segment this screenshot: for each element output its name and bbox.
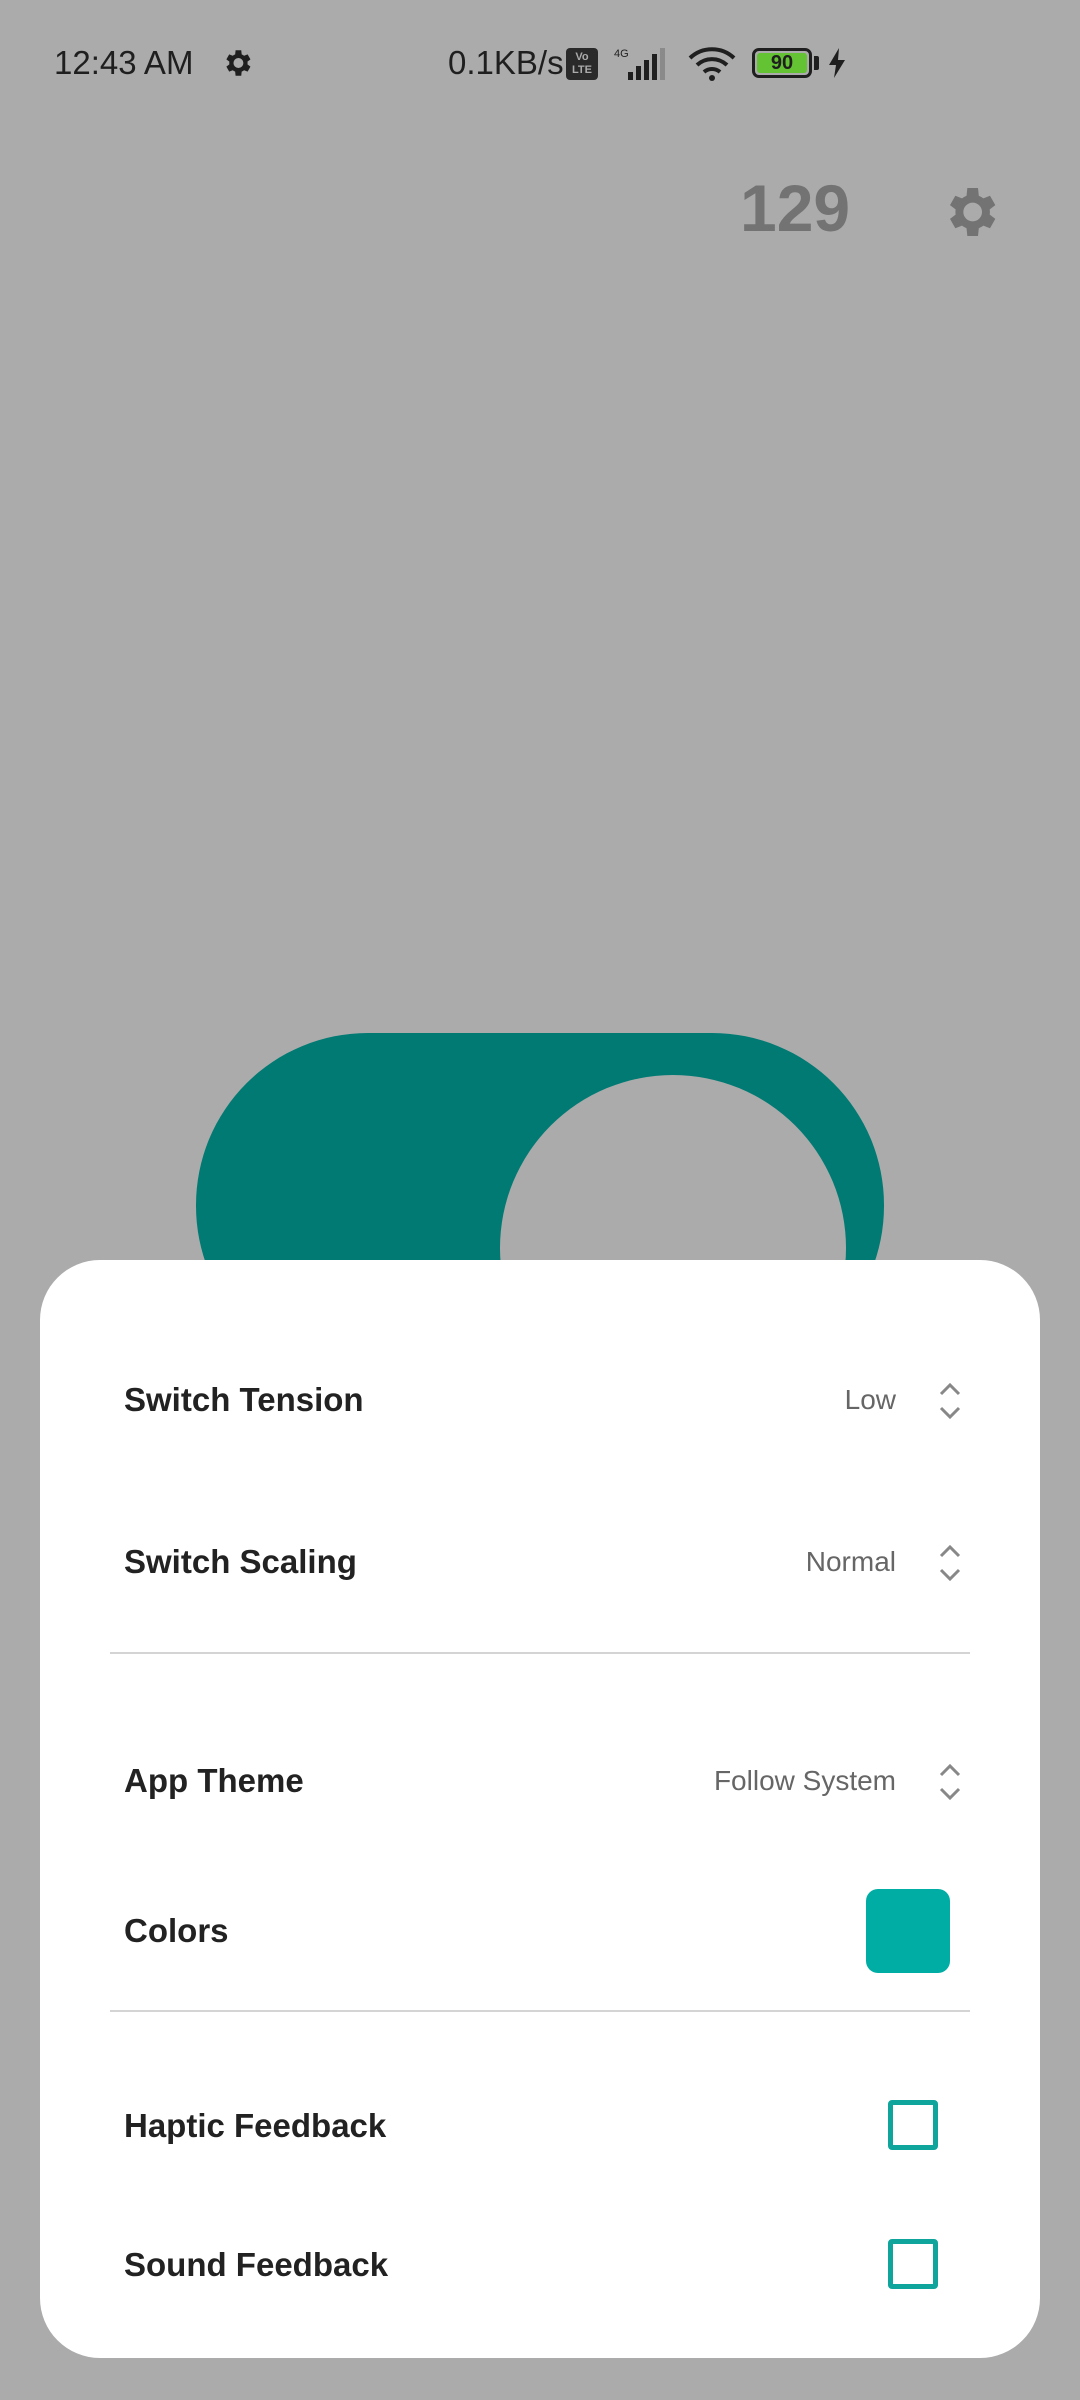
sound-feedback-row[interactable]: Sound Feedback — [124, 2225, 970, 2305]
wifi-icon — [688, 47, 736, 81]
chevron-up-down-icon[interactable] — [930, 1755, 970, 1809]
battery-tip — [814, 56, 819, 70]
sound-feedback-label: Sound Feedback — [124, 2246, 389, 2283]
charging-icon — [829, 48, 845, 78]
chevron-up-down-icon[interactable] — [930, 1536, 970, 1590]
switch-tension-row[interactable]: Switch Tension Low — [124, 1360, 970, 1440]
settings-notification-icon — [226, 50, 251, 76]
haptic-feedback-checkbox[interactable] — [888, 2100, 938, 2150]
switch-tension-value: Low — [844, 1384, 896, 1415]
colors-label: Colors — [124, 1912, 229, 1949]
cellular-signal-icon: 4G — [614, 48, 665, 80]
battery-icon: 90 — [752, 48, 812, 78]
switch-scaling-row[interactable]: Switch Scaling Normal — [124, 1522, 970, 1602]
app-theme-value: Follow System — [713, 1765, 896, 1796]
network-type-label: 4G — [614, 48, 629, 60]
app-theme-label: App Theme — [124, 1762, 304, 1799]
switch-scaling-value: Normal — [805, 1546, 896, 1577]
status-time: 12:43 AM — [54, 44, 194, 81]
switch-scaling-label: Switch Scaling — [124, 1543, 357, 1580]
settings-sheet: Switch Tension Low Switch Scaling Normal… — [40, 1260, 1040, 2358]
toggle-counter: 129 — [740, 171, 851, 245]
sound-feedback-checkbox[interactable] — [888, 2239, 938, 2289]
switch-tension-label: Switch Tension — [124, 1381, 364, 1418]
app-theme-row[interactable]: App Theme Follow System — [124, 1741, 970, 1821]
color-swatch[interactable] — [866, 1889, 950, 1973]
haptic-feedback-label: Haptic Feedback — [124, 2107, 387, 2144]
divider — [110, 1652, 970, 1654]
haptic-feedback-row[interactable]: Haptic Feedback — [124, 2086, 970, 2166]
colors-row[interactable]: Colors — [124, 1889, 970, 1973]
chevron-up-down-icon[interactable] — [930, 1374, 970, 1428]
divider — [110, 2010, 970, 2012]
volte-icon: Vo LTE — [566, 48, 598, 80]
network-speed: 0.1KB/s — [448, 44, 564, 81]
gear-icon[interactable] — [938, 180, 1002, 244]
status-bar: 12:43 AM 0.1KB/s Vo LTE 4G 90 — [0, 0, 1080, 130]
battery-level: 90 — [757, 53, 807, 73]
